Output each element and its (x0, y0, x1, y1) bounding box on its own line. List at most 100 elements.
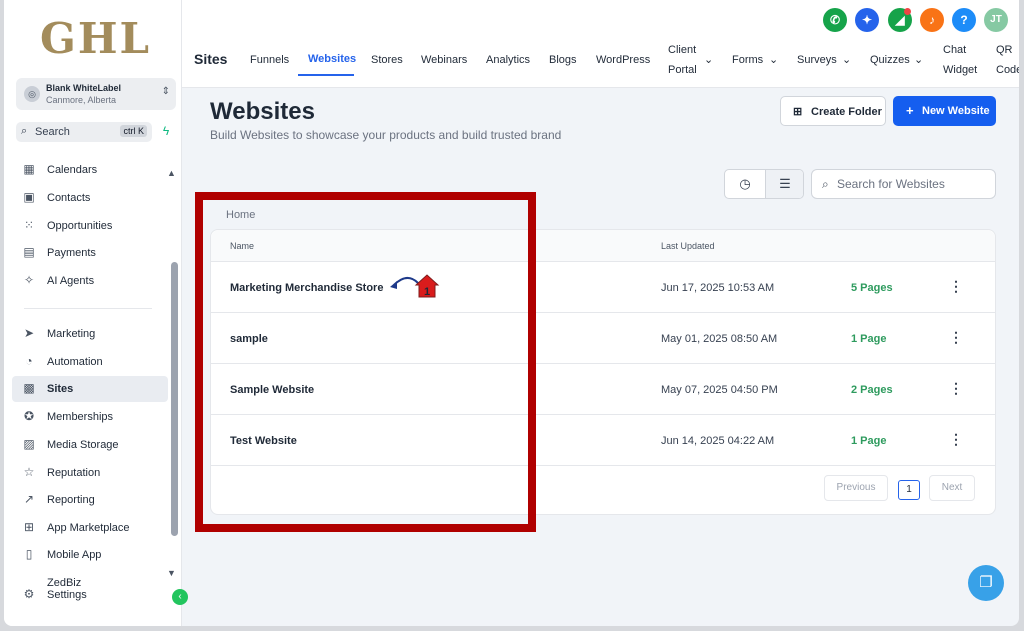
page-count[interactable]: 5 Pages (851, 282, 893, 294)
tab-chat-widget-line2[interactable]: Widget (943, 64, 977, 76)
tab-wordpress[interactable]: WordPress (596, 54, 650, 66)
mobile-icon: ▯ (25, 547, 33, 561)
tab-forms[interactable]: Forms (732, 54, 763, 66)
tab-surveys[interactable]: Surveys (797, 54, 837, 66)
chevron-down-icon[interactable]: ⌄ (769, 53, 778, 66)
annotation-step-marker: 1 (390, 274, 440, 298)
sidebar-item-memberships[interactable]: ✪ Memberships (12, 404, 168, 430)
sites-icon: ▩ (23, 381, 35, 395)
sidebar-item-automation[interactable]: ◔ Automation (12, 349, 168, 375)
opportunities-icon: ⁙ (23, 218, 35, 232)
sidebar-item-calendars[interactable]: ▦ Calendars (12, 157, 168, 183)
section-title: Sites (194, 51, 228, 67)
clock-icon[interactable]: ◷ (725, 170, 765, 198)
scroll-up-icon[interactable]: ▲ (167, 168, 176, 178)
page-number-button[interactable]: 1 (898, 480, 920, 500)
sidebar-item-media-storage[interactable]: ▨ Media Storage (12, 432, 168, 458)
more-options-icon[interactable]: ⋮ (949, 278, 963, 295)
sidebar-item-opportunities[interactable]: ⁙ Opportunities (12, 213, 168, 239)
star-icon: ☆ (23, 465, 35, 479)
tab-client-portal-line2[interactable]: Portal (668, 64, 697, 76)
account-name: Blank WhiteLabel (46, 83, 122, 93)
sidebar-item-contacts[interactable]: ▣ Contacts (12, 185, 168, 211)
sidebar-scrollbar[interactable] (171, 262, 178, 536)
sidebar-divider (24, 308, 152, 309)
sidebar-item-settings[interactable]: ⚙ Settings (12, 582, 168, 608)
payments-icon: ▤ (23, 245, 35, 259)
account-switcher[interactable]: ◎ Blank WhiteLabel Canmore, Alberta ⇕ (16, 78, 176, 110)
page-count[interactable]: 1 Page (851, 333, 886, 345)
sidebar-item-label: Calendars (47, 164, 98, 176)
automation-icon: ◔ (25, 354, 33, 368)
chat-support-icon[interactable]: ❐ (968, 565, 1004, 601)
avatar[interactable]: JT (984, 8, 1008, 32)
sidebar-item-mobile-app[interactable]: ▯ Mobile App (12, 542, 168, 568)
sidebar-item-label: Reputation (47, 467, 101, 479)
websites-search[interactable]: ⌕ (811, 169, 996, 199)
calendar-icon: ▦ (23, 162, 35, 176)
tab-chat-widget-line1[interactable]: Chat (943, 44, 966, 56)
sidebar-item-reputation[interactable]: ☆ Reputation (12, 460, 168, 486)
help-icon[interactable]: ? (952, 8, 976, 32)
new-website-button[interactable]: + New Website (893, 96, 996, 126)
sidebar-search[interactable]: ⌕ Search ctrl K (16, 122, 152, 142)
chevron-updown-icon: ⇕ (161, 86, 170, 97)
more-options-icon[interactable]: ⋮ (949, 431, 963, 448)
list-view-icon[interactable]: ☰ (765, 170, 803, 198)
view-toggle: ◷ ☰ (724, 169, 804, 199)
annotation-step-number: 1 (424, 286, 430, 298)
tab-qr-code-line1[interactable]: QR (996, 44, 1013, 56)
grid-icon: ⊞ (23, 520, 35, 534)
quick-action-bolt-icon[interactable]: ϟ (158, 124, 174, 140)
search-icon: ⌕ (822, 177, 829, 191)
last-updated: Jun 17, 2025 10:53 AM (661, 282, 775, 294)
chevron-down-icon[interactable]: ⌄ (704, 53, 713, 66)
location-icon: ◎ (24, 86, 40, 102)
bell-icon[interactable]: ♪ (920, 8, 944, 32)
create-folder-button[interactable]: ⊞ Create Folder (780, 96, 886, 126)
chevron-down-icon[interactable]: ⌄ (842, 53, 851, 66)
sidebar-item-label: Payments (47, 247, 96, 259)
sidebar-item-label: Automation (47, 356, 103, 368)
sidebar-item-ai-agents[interactable]: ✧ AI Agents (12, 268, 168, 294)
sidebar-item-label: Mobile App (47, 549, 102, 561)
sidebar-item-payments[interactable]: ▤ Payments (12, 240, 168, 266)
sidebar-item-label: Settings (47, 589, 87, 601)
tab-analytics[interactable]: Analytics (486, 54, 530, 66)
tab-stores[interactable]: Stores (371, 54, 403, 66)
sidebar-item-label: Contacts (47, 192, 91, 204)
tab-webinars[interactable]: Webinars (421, 54, 467, 66)
scroll-down-icon[interactable]: ▼ (167, 568, 176, 578)
sidebar-item-sites[interactable]: ▩ Sites (12, 376, 168, 402)
sidebar-item-app-marketplace[interactable]: ⊞ App Marketplace (12, 515, 168, 541)
sidebar-item-reporting[interactable]: ↗ Reporting (12, 487, 168, 513)
search-icon: ⌕ (21, 125, 28, 137)
more-options-icon[interactable]: ⋮ (949, 380, 963, 397)
notification-dot (904, 8, 911, 15)
more-options-icon[interactable]: ⋮ (949, 329, 963, 346)
tab-blogs[interactable]: Blogs (549, 54, 577, 66)
search-input[interactable] (837, 177, 987, 191)
tab-qr-code-line2[interactable]: Code (996, 64, 1019, 76)
last-updated: Jun 14, 2025 04:22 AM (661, 435, 775, 447)
previous-page-button[interactable]: Previous (824, 475, 888, 501)
contacts-icon: ▣ (23, 190, 35, 204)
sidebar-item-label: Reporting (47, 494, 95, 506)
next-page-button[interactable]: Next (929, 475, 975, 501)
sidebar-item-marketing[interactable]: ➤ Marketing (12, 321, 168, 347)
tab-client-portal-line1[interactable]: Client (668, 44, 696, 56)
page-count[interactable]: 2 Pages (851, 384, 893, 396)
last-updated: May 07, 2025 04:50 PM (661, 384, 778, 396)
tab-websites[interactable]: Websites (308, 53, 356, 65)
account-location: Canmore, Alberta (46, 95, 117, 105)
page-subtitle: Build Websites to showcase your products… (210, 128, 562, 142)
tab-quizzes[interactable]: Quizzes (870, 54, 910, 66)
magic-wand-icon[interactable]: ✦ (855, 8, 879, 32)
phone-icon[interactable]: ✆ (823, 8, 847, 32)
sidebar-search-label: Search (35, 126, 70, 138)
chevron-down-icon[interactable]: ⌄ (914, 53, 923, 66)
collapse-sidebar-icon[interactable]: ‹ (172, 589, 188, 605)
page-count[interactable]: 1 Page (851, 435, 886, 447)
tab-funnels[interactable]: Funnels (250, 54, 289, 66)
top-navigation: Sites Funnels Websites Stores Webinars A… (182, 0, 1019, 88)
